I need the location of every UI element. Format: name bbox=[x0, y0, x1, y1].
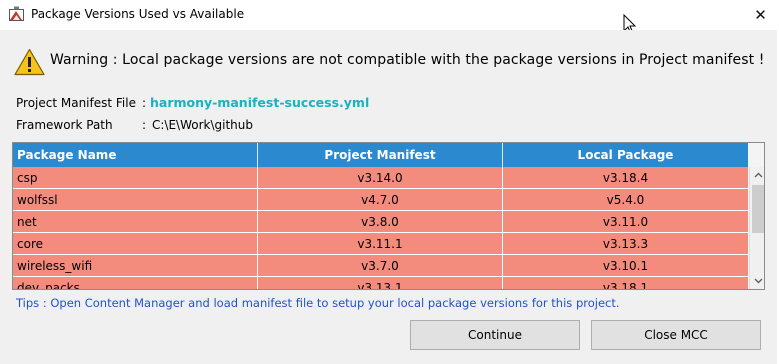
column-header-local-package[interactable]: Local Package bbox=[503, 143, 748, 167]
continue-button[interactable]: Continue bbox=[410, 320, 580, 350]
project-manifest-version-cell: v3.14.0 bbox=[258, 167, 503, 188]
package-name-cell: core bbox=[13, 233, 258, 254]
package-name-cell: net bbox=[13, 211, 258, 232]
project-manifest-version-cell: v3.13.1 bbox=[258, 277, 503, 289]
project-manifest-version-cell: v3.7.0 bbox=[258, 255, 503, 276]
manifest-file-link[interactable]: harmony-manifest-success.yml bbox=[150, 95, 369, 110]
project-manifest-version-cell: v3.8.0 bbox=[258, 211, 503, 232]
scrollbar-thumb[interactable] bbox=[752, 185, 764, 233]
package-name-cell: dev_packs bbox=[13, 277, 258, 289]
chevron-down-icon bbox=[754, 278, 762, 284]
local-package-version-cell: v3.18.1 bbox=[602, 280, 649, 290]
framework-path-label: Framework Path bbox=[16, 118, 113, 132]
table-header: Package Name Project Manifest Local Pack… bbox=[13, 143, 748, 167]
warning-icon bbox=[14, 48, 45, 76]
scroll-down-button[interactable] bbox=[750, 273, 764, 289]
table-row[interactable]: core v3.11.1 v3.13.3 bbox=[13, 233, 748, 255]
manifest-file-label: Project Manifest File bbox=[16, 96, 136, 110]
package-name-cell: wireless_wifi bbox=[13, 255, 258, 276]
table-row[interactable]: wireless_wifi v3.7.0 v3.10.1 bbox=[13, 255, 748, 277]
table-vertical-scrollbar[interactable] bbox=[749, 167, 764, 289]
package-name-cell: csp bbox=[13, 167, 258, 188]
local-package-version-cell: v3.11.0 bbox=[602, 214, 649, 229]
local-package-version-cell: v3.10.1 bbox=[602, 258, 649, 273]
dialog-content: Warning : Local package versions are not… bbox=[0, 30, 777, 364]
project-manifest-version-cell: v3.11.1 bbox=[258, 233, 503, 254]
title-bar: Package Versions Used vs Available ✕ bbox=[0, 0, 779, 35]
scroll-up-button[interactable] bbox=[750, 167, 764, 183]
package-name-cell: wolfssl bbox=[13, 189, 258, 210]
table-body: csp v3.14.0 v3.18.4 wolfssl v4.7.0 v5.4.… bbox=[13, 167, 748, 289]
chevron-up-icon bbox=[754, 172, 762, 178]
local-package-version-cell: v3.18.4 bbox=[602, 170, 649, 185]
warning-message: Warning : Local package versions are not… bbox=[50, 52, 765, 68]
local-package-version-cell: v3.13.3 bbox=[602, 236, 649, 251]
app-icon bbox=[9, 6, 24, 21]
column-header-project-manifest[interactable]: Project Manifest bbox=[258, 143, 503, 167]
path-colon: : bbox=[142, 118, 147, 132]
close-icon: ✕ bbox=[754, 6, 767, 24]
tips-text: Tips : Open Content Manager and load man… bbox=[16, 296, 620, 310]
window-title: Package Versions Used vs Available bbox=[31, 7, 245, 21]
close-mcc-button[interactable]: Close MCC bbox=[591, 320, 761, 350]
package-versions-table: Package Name Project Manifest Local Pack… bbox=[12, 142, 765, 290]
framework-path-value: C:\E\Work\github bbox=[152, 118, 254, 132]
project-manifest-version-cell: v4.7.0 bbox=[258, 189, 503, 210]
column-header-package-name[interactable]: Package Name bbox=[13, 143, 258, 167]
table-row[interactable]: wolfssl v4.7.0 v5.4.0 bbox=[13, 189, 748, 211]
close-window-button[interactable]: ✕ bbox=[742, 0, 779, 30]
local-package-version-cell: v5.4.0 bbox=[606, 192, 645, 207]
table-row[interactable]: csp v3.14.0 v3.18.4 bbox=[13, 167, 748, 189]
table-row[interactable]: net v3.8.0 v3.11.0 bbox=[13, 211, 748, 233]
table-row[interactable]: dev_packs v3.13.1 v3.18.1 bbox=[13, 277, 748, 289]
manifest-colon: : bbox=[142, 96, 147, 110]
